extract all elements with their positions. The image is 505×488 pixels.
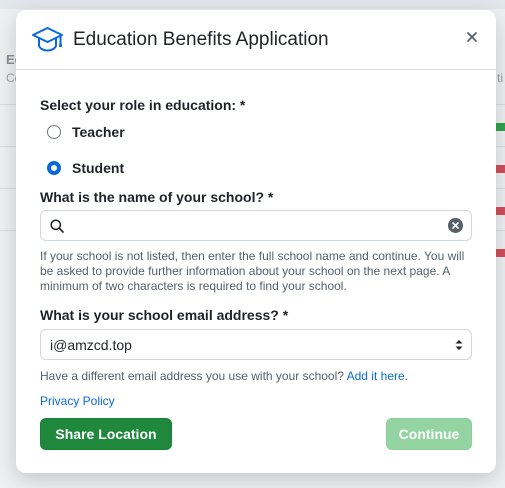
email-select-value: i@amzcd.top bbox=[50, 337, 132, 353]
email-label: What is your school email address? * bbox=[40, 307, 289, 323]
dialog-header: Education Benefits Application bbox=[16, 10, 496, 70]
background-status-mark bbox=[496, 249, 505, 257]
background-status-mark bbox=[496, 123, 505, 131]
share-location-button[interactable]: Share Location bbox=[40, 418, 172, 450]
select-arrows-icon bbox=[455, 340, 463, 350]
continue-button[interactable]: Continue bbox=[386, 418, 472, 450]
school-search-input[interactable] bbox=[71, 215, 445, 238]
radio-button-student[interactable] bbox=[47, 161, 61, 175]
school-name-label: What is the name of your school? * bbox=[40, 189, 274, 205]
education-benefits-dialog: Education Benefits Application Select yo… bbox=[16, 10, 496, 473]
alternate-email-text: Have a different email address you use w… bbox=[40, 369, 408, 383]
search-icon bbox=[50, 219, 64, 233]
school-search-box[interactable] bbox=[40, 210, 472, 241]
role-label: Select your role in education: * bbox=[40, 97, 246, 113]
email-select[interactable]: i@amzcd.top bbox=[40, 329, 472, 360]
background-status-mark bbox=[496, 165, 505, 173]
privacy-policy-link[interactable]: Privacy Policy bbox=[40, 394, 115, 408]
radio-label-student[interactable]: Student bbox=[72, 160, 124, 176]
add-email-link[interactable]: Add it here. bbox=[347, 369, 408, 383]
background-header-strip bbox=[0, 0, 505, 9]
clear-icon[interactable] bbox=[448, 218, 463, 233]
graduation-cap-icon bbox=[32, 27, 63, 52]
radio-button-teacher[interactable] bbox=[47, 125, 61, 139]
radio-label-teacher[interactable]: Teacher bbox=[72, 124, 125, 140]
alternate-email-prompt: Have a different email address you use w… bbox=[40, 369, 344, 383]
school-help-text: If your school is not listed, then enter… bbox=[40, 249, 465, 293]
dialog-title: Education Benefits Application bbox=[73, 29, 329, 50]
background-status-mark bbox=[496, 207, 505, 215]
close-icon[interactable] bbox=[462, 27, 482, 47]
background-subtext-right: ti bbox=[497, 71, 503, 85]
